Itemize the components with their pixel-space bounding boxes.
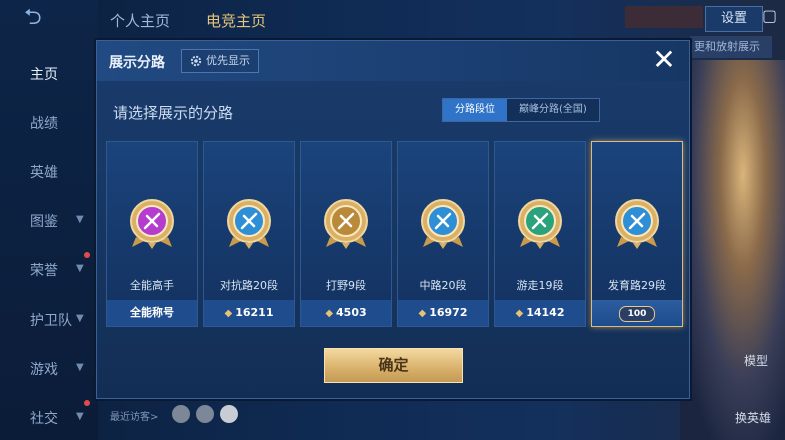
score-value: 14142: [526, 306, 565, 319]
route-card-score: ◆ 16972: [398, 300, 488, 326]
back-icon[interactable]: ⮌: [24, 6, 64, 30]
avatar[interactable]: [172, 405, 190, 423]
close-button[interactable]: ✕: [649, 45, 679, 75]
top-tabs: 个人主页 电竞主页: [110, 10, 266, 31]
route-card[interactable]: 打野9段 ◆ 4503: [300, 141, 392, 327]
model-label[interactable]: 模型: [744, 352, 768, 369]
notification-dot: [84, 252, 90, 258]
sidebar-item[interactable]: 荣誉: [30, 260, 58, 280]
route-card-name: 打野9段: [326, 279, 366, 292]
sidebar-item[interactable]: 战绩: [30, 113, 58, 133]
score-value: 16211: [235, 306, 274, 319]
route-card-name: 全能高手: [130, 279, 174, 292]
roam-icon: [518, 199, 562, 249]
menu-icon[interactable]: ▢: [762, 6, 777, 25]
farm-lane-icon: [615, 199, 659, 249]
route-card[interactable]: 中路20段 ◆ 16972: [397, 141, 489, 327]
score-value: 16972: [429, 306, 468, 319]
dialog-title: 展示分路: [109, 55, 165, 71]
route-card-name: 中路20段: [419, 279, 467, 292]
score-value: 4503: [336, 306, 367, 319]
sidebar-item[interactable]: 主页: [30, 64, 58, 84]
route-card[interactable]: 游走19段 ◆ 14142: [494, 141, 586, 327]
route-card-name: 游走19段: [516, 279, 564, 292]
route-card[interactable]: 全能高手 全能称号: [106, 141, 198, 327]
sidebar-item[interactable]: 图鉴: [30, 211, 58, 231]
swap-hero-button[interactable]: 换英雄: [735, 409, 771, 426]
chevron-down-icon: ▼: [76, 214, 84, 225]
route-display-dialog: 展示分路 优先显示 ✕ 请选择展示的分路 分路段位 巅峰分路(全国) 全能高手全…: [96, 40, 690, 399]
avatar[interactable]: [196, 405, 214, 423]
share-strip[interactable]: 更和放射展示: [690, 36, 772, 58]
route-card[interactable]: 对抗路20段 ◆ 16211: [203, 141, 295, 327]
chevron-down-icon: ▼: [76, 263, 84, 274]
score-icon: ◆: [325, 308, 334, 319]
hero-artwork: [680, 60, 785, 440]
tab-peak-route[interactable]: 巅峰分路(全国): [507, 99, 599, 121]
tab-route-rank[interactable]: 分路段位: [443, 99, 507, 121]
gear-icon: [190, 55, 202, 67]
route-card[interactable]: 发育路29段 100: [591, 141, 683, 327]
sidebar-item[interactable]: 社交: [30, 408, 58, 428]
user-badge: [625, 6, 703, 28]
jungle-icon: [324, 199, 368, 249]
priority-display-label: 优先显示: [206, 54, 250, 67]
route-card-score: ◆ 4503: [301, 300, 391, 326]
dialog-header: 展示分路 优先显示 ✕: [97, 41, 689, 81]
route-card-name: 对抗路20段: [220, 279, 278, 292]
score-icon: ◆: [515, 308, 524, 319]
score-icon: ◆: [224, 308, 233, 319]
notification-dot: [84, 400, 90, 406]
chevron-down-icon: ▼: [76, 362, 84, 373]
tab-personal[interactable]: 个人主页: [110, 10, 170, 31]
score-value: 全能称号: [130, 306, 174, 319]
route-card-name: 发育路29段: [608, 279, 666, 292]
sidebar-item[interactable]: 护卫队: [30, 310, 72, 330]
route-card-score: 100: [592, 300, 682, 326]
mid-lane-icon: [421, 199, 465, 249]
settings-button[interactable]: 设置: [705, 6, 763, 32]
clash-lane-icon: [227, 199, 271, 249]
confirm-button[interactable]: 确定: [324, 348, 463, 383]
priority-display-button[interactable]: 优先显示: [181, 49, 259, 73]
versatile-icon: [130, 199, 174, 249]
segment-control: 分路段位 巅峰分路(全国): [442, 98, 600, 122]
route-card-score: ◆ 14142: [495, 300, 585, 326]
route-card-score: ◆ 16211: [204, 300, 294, 326]
tab-esports[interactable]: 电竞主页: [206, 10, 266, 31]
recent-visitors-link[interactable]: 最近访客>: [110, 408, 158, 423]
score-icon: ◆: [418, 308, 427, 319]
avatar[interactable]: [220, 405, 238, 423]
route-card-score: 全能称号: [107, 300, 197, 326]
chevron-down-icon: ▼: [76, 313, 84, 324]
dialog-subtitle: 请选择展示的分路: [113, 104, 234, 122]
chevron-down-icon: ▼: [76, 411, 84, 422]
sidebar-item[interactable]: 英雄: [30, 162, 58, 182]
rank-badge: 100: [618, 306, 656, 322]
sidebar-item[interactable]: 游戏: [30, 359, 58, 379]
